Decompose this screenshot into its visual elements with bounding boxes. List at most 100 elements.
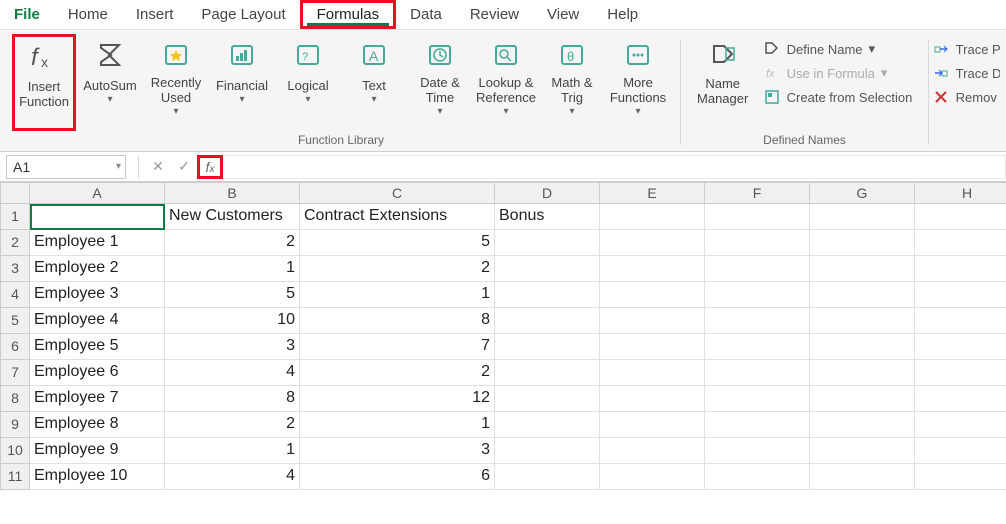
cell[interactable]: Employee 6 xyxy=(30,360,165,386)
col-header-G[interactable]: G xyxy=(810,182,915,204)
col-header-E[interactable]: E xyxy=(600,182,705,204)
row-header[interactable]: 11 xyxy=(0,464,30,490)
cell[interactable]: 5 xyxy=(165,282,300,308)
row-header[interactable]: 9 xyxy=(0,412,30,438)
cell[interactable] xyxy=(915,438,1006,464)
cell[interactable] xyxy=(810,412,915,438)
col-header-F[interactable]: F xyxy=(705,182,810,204)
cell[interactable] xyxy=(915,386,1006,412)
cell[interactable]: 10 xyxy=(165,308,300,334)
cell[interactable] xyxy=(600,256,705,282)
col-header-H[interactable]: H xyxy=(915,182,1006,204)
cell[interactable]: 2 xyxy=(300,256,495,282)
cell[interactable]: Employee 8 xyxy=(30,412,165,438)
row-header[interactable]: 1 xyxy=(0,204,30,230)
cell[interactable] xyxy=(915,464,1006,490)
cell[interactable] xyxy=(600,438,705,464)
col-header-C[interactable]: C xyxy=(300,182,495,204)
cell[interactable] xyxy=(810,204,915,230)
cell[interactable] xyxy=(495,464,600,490)
cell[interactable] xyxy=(915,256,1006,282)
tab-insert[interactable]: Insert xyxy=(122,0,188,29)
cell[interactable] xyxy=(810,334,915,360)
cell[interactable] xyxy=(705,204,810,230)
cell[interactable]: 2 xyxy=(300,360,495,386)
cell[interactable]: Employee 2 xyxy=(30,256,165,282)
cell[interactable] xyxy=(705,256,810,282)
cell[interactable] xyxy=(915,230,1006,256)
cell[interactable] xyxy=(915,360,1006,386)
insert-function-button[interactable]: fx InsertFunction xyxy=(12,34,76,131)
cell[interactable] xyxy=(915,334,1006,360)
cell[interactable] xyxy=(495,282,600,308)
create-from-selection-button[interactable]: Create from Selection xyxy=(759,86,917,108)
lookup-reference-button[interactable]: Lookup &Reference▾ xyxy=(474,34,538,131)
cell[interactable] xyxy=(705,334,810,360)
cell[interactable] xyxy=(705,282,810,308)
cell[interactable] xyxy=(600,230,705,256)
cell[interactable] xyxy=(915,308,1006,334)
cell[interactable]: 5 xyxy=(300,230,495,256)
tab-data[interactable]: Data xyxy=(396,0,456,29)
row-header[interactable]: 10 xyxy=(0,438,30,464)
text-button[interactable]: A Text▾ xyxy=(342,34,406,131)
col-header-A[interactable]: A xyxy=(30,182,165,204)
row-header[interactable]: 7 xyxy=(0,360,30,386)
cell[interactable] xyxy=(600,282,705,308)
cell[interactable] xyxy=(600,386,705,412)
autosum-button[interactable]: AutoSum▾ xyxy=(78,34,142,131)
tab-formulas[interactable]: Formulas xyxy=(300,0,397,29)
cell[interactable] xyxy=(600,360,705,386)
cell[interactable]: 1 xyxy=(300,282,495,308)
cell[interactable] xyxy=(600,412,705,438)
define-name-button[interactable]: Define Name ▾ xyxy=(759,38,917,60)
cell[interactable] xyxy=(705,360,810,386)
enter-formula-button[interactable]: ✓ xyxy=(171,155,197,179)
financial-button[interactable]: Financial▾ xyxy=(210,34,274,131)
cell[interactable] xyxy=(705,464,810,490)
cancel-formula-button[interactable]: ✕ xyxy=(145,155,171,179)
cell[interactable]: 8 xyxy=(300,308,495,334)
cell[interactable] xyxy=(810,360,915,386)
cell[interactable] xyxy=(495,334,600,360)
cell[interactable]: Employee 3 xyxy=(30,282,165,308)
cell[interactable] xyxy=(600,334,705,360)
fx-formula-button[interactable]: fx xyxy=(197,155,223,179)
tab-review[interactable]: Review xyxy=(456,0,533,29)
name-box[interactable]: A1 ▾ xyxy=(6,155,126,179)
tab-page-layout[interactable]: Page Layout xyxy=(187,0,299,29)
tab-view[interactable]: View xyxy=(533,0,593,29)
cell[interactable] xyxy=(705,386,810,412)
cell[interactable]: Employee 4 xyxy=(30,308,165,334)
cell[interactable]: Employee 9 xyxy=(30,438,165,464)
cell[interactable]: 3 xyxy=(165,334,300,360)
cell[interactable]: 1 xyxy=(300,412,495,438)
row-header[interactable]: 2 xyxy=(0,230,30,256)
col-header-D[interactable]: D xyxy=(495,182,600,204)
cell[interactable]: 4 xyxy=(165,464,300,490)
cell[interactable] xyxy=(495,386,600,412)
cell[interactable]: 3 xyxy=(300,438,495,464)
cell[interactable] xyxy=(600,308,705,334)
cell[interactable]: 2 xyxy=(165,230,300,256)
logical-button[interactable]: ? Logical▾ xyxy=(276,34,340,131)
cell[interactable]: Employee 1 xyxy=(30,230,165,256)
cell[interactable]: 12 xyxy=(300,386,495,412)
more-functions-button[interactable]: MoreFunctions▾ xyxy=(606,34,670,131)
use-in-formula-button[interactable]: fx Use in Formula ▾ xyxy=(759,62,917,84)
cell[interactable] xyxy=(810,464,915,490)
cell[interactable] xyxy=(495,438,600,464)
cell[interactable] xyxy=(495,256,600,282)
cell[interactable] xyxy=(705,412,810,438)
row-header[interactable]: 4 xyxy=(0,282,30,308)
cell[interactable]: 1 xyxy=(165,438,300,464)
cell[interactable] xyxy=(705,308,810,334)
chevron-down-icon[interactable]: ▾ xyxy=(116,161,121,172)
cell[interactable] xyxy=(495,360,600,386)
row-header[interactable]: 5 xyxy=(0,308,30,334)
remove-arrows-button[interactable]: Remov xyxy=(933,86,1000,108)
cell[interactable] xyxy=(495,230,600,256)
cell[interactable] xyxy=(810,282,915,308)
cell[interactable]: Employee 5 xyxy=(30,334,165,360)
formula-input[interactable] xyxy=(223,155,1006,179)
